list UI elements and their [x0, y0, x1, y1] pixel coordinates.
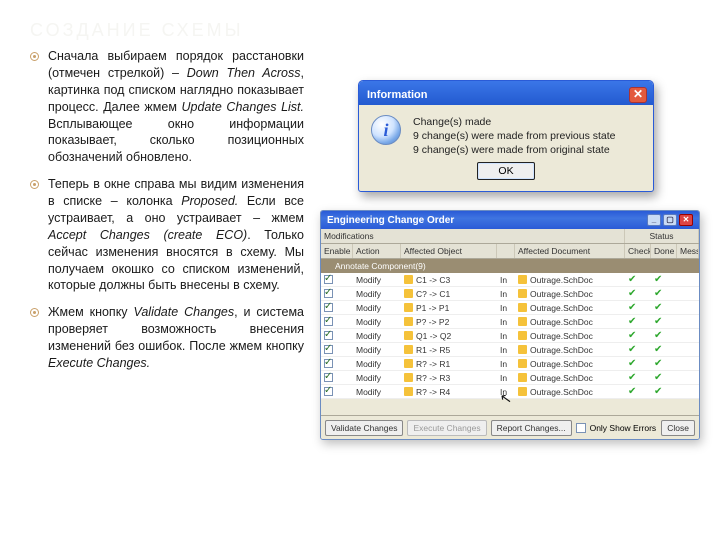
eco-table: ModifyC1 -> C3InOutrage.SchDoc✔✔ModifyC?… — [321, 273, 699, 399]
table-row[interactable]: ModifyC? -> C1InOutrage.SchDoc✔✔ — [321, 287, 699, 301]
eco-columns: EnableActionAffected ObjectAffected Docu… — [321, 244, 699, 259]
file-icon — [518, 303, 527, 312]
checkbox-icon[interactable] — [324, 303, 333, 312]
table-row[interactable]: ModifyQ1 -> Q2InOutrage.SchDoc✔✔ — [321, 329, 699, 343]
file-icon — [404, 359, 413, 368]
file-icon — [404, 317, 413, 326]
check-icon: ✔ — [628, 387, 636, 397]
execute-button[interactable]: Execute Changes — [407, 420, 486, 436]
eco-group-row: Annotate Component(9) — [321, 259, 699, 273]
done-icon: ✔ — [654, 359, 662, 369]
ok-button[interactable]: OK — [477, 162, 534, 180]
file-icon — [404, 373, 413, 382]
file-icon — [518, 345, 527, 354]
checkbox-icon[interactable] — [324, 331, 333, 340]
done-icon: ✔ — [654, 387, 662, 397]
validate-button[interactable]: Validate Changes — [325, 420, 403, 436]
info-icon: i — [371, 115, 401, 145]
checkbox-icon[interactable] — [324, 275, 333, 284]
checkbox-icon[interactable] — [324, 317, 333, 326]
done-icon: ✔ — [654, 303, 662, 313]
check-icon: ✔ — [628, 317, 636, 327]
information-dialog: Information ✕ i Change(s) made 9 change(… — [358, 80, 654, 192]
table-row[interactable]: ModifyR? -> R3InOutrage.SchDoc✔✔ — [321, 371, 699, 385]
check-icon: ✔ — [628, 303, 636, 313]
bullet-icon — [30, 52, 39, 61]
done-icon: ✔ — [654, 289, 662, 299]
para-3: Жмем кнопку Validate Changes, и система … — [48, 305, 304, 370]
screenshot-area: Information ✕ i Change(s) made 9 change(… — [320, 80, 700, 500]
close-icon[interactable]: ✕ — [629, 87, 647, 103]
bullet-icon — [30, 308, 39, 317]
table-row[interactable]: ModifyR1 -> R5InOutrage.SchDoc✔✔ — [321, 343, 699, 357]
check-icon: ✔ — [628, 289, 636, 299]
file-icon — [404, 303, 413, 312]
page-title: СОЗДАНИЕ СХЕМЫ — [30, 20, 244, 41]
file-icon — [518, 331, 527, 340]
done-icon: ✔ — [654, 345, 662, 355]
file-icon — [404, 345, 413, 354]
done-icon: ✔ — [654, 331, 662, 341]
done-icon: ✔ — [654, 373, 662, 383]
dialog-title: Information — [367, 89, 428, 101]
table-row[interactable]: ModifyP? -> P2InOutrage.SchDoc✔✔ — [321, 315, 699, 329]
dialog-titlebar: Information ✕ — [359, 81, 653, 105]
checkbox-icon[interactable] — [324, 387, 333, 396]
bullet-icon — [30, 180, 39, 189]
body-text: Сначала выбираем порядок расстановки (от… — [30, 48, 304, 382]
minimize-icon[interactable]: _ — [647, 214, 661, 226]
eco-titlebar: Engineering Change Order _ ▢ ✕ — [321, 211, 699, 229]
eco-button-bar: Validate Changes Execute Changes Report … — [321, 415, 699, 439]
file-icon — [404, 275, 413, 284]
close-button[interactable]: Close — [661, 420, 695, 436]
only-errors-label: Only Show Errors — [590, 423, 657, 433]
file-icon — [518, 317, 527, 326]
check-icon: ✔ — [628, 345, 636, 355]
checkbox-icon[interactable] — [324, 373, 333, 382]
table-row[interactable]: ModifyC1 -> C3InOutrage.SchDoc✔✔ — [321, 273, 699, 287]
para-2: Теперь в окне справа мы видим изменения … — [48, 177, 304, 292]
checkbox-icon[interactable] — [324, 345, 333, 354]
eco-header-top: Modifications Status — [321, 229, 699, 244]
checkbox-icon[interactable] — [324, 289, 333, 298]
check-icon: ✔ — [628, 373, 636, 383]
done-icon: ✔ — [654, 317, 662, 327]
table-row[interactable]: ModifyR? -> R1InOutrage.SchDoc✔✔ — [321, 357, 699, 371]
check-icon: ✔ — [628, 359, 636, 369]
file-icon — [404, 331, 413, 340]
check-icon: ✔ — [628, 275, 636, 285]
check-icon: ✔ — [628, 331, 636, 341]
file-icon — [518, 359, 527, 368]
only-errors-checkbox[interactable] — [576, 423, 586, 433]
file-icon — [518, 387, 527, 396]
file-icon — [518, 275, 527, 284]
dialog-message: Change(s) made 9 change(s) were made fro… — [413, 115, 616, 158]
para-1: Сначала выбираем порядок расстановки (от… — [48, 49, 304, 164]
done-icon: ✔ — [654, 275, 662, 285]
file-icon — [518, 373, 527, 382]
close-icon[interactable]: ✕ — [679, 214, 693, 226]
file-icon — [404, 289, 413, 298]
file-icon — [518, 289, 527, 298]
report-button[interactable]: Report Changes... — [491, 420, 572, 436]
table-row[interactable]: ModifyP1 -> P1InOutrage.SchDoc✔✔ — [321, 301, 699, 315]
checkbox-icon[interactable] — [324, 359, 333, 368]
maximize-icon[interactable]: ▢ — [663, 214, 677, 226]
file-icon — [404, 387, 413, 396]
